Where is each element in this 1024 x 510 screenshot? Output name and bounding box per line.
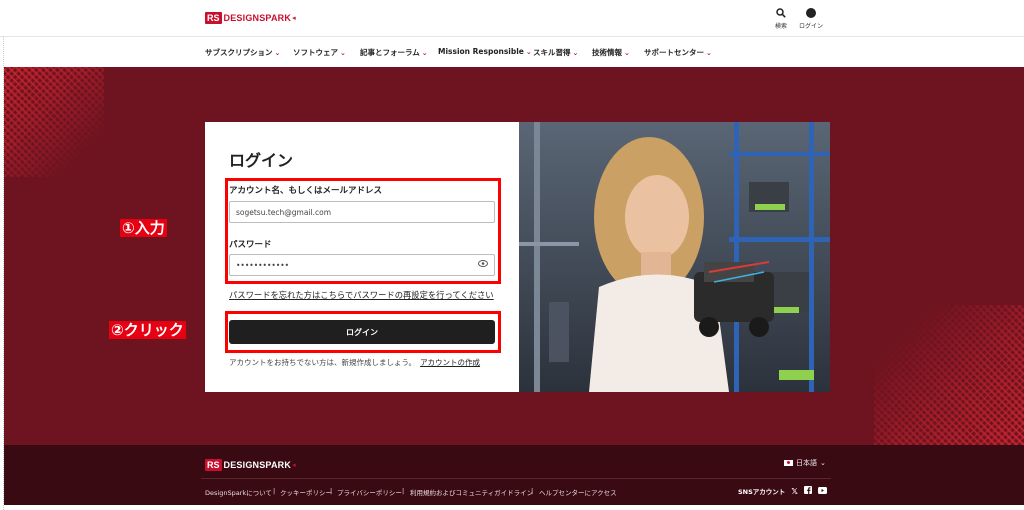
- chevron-down-icon: ⌄: [340, 49, 346, 57]
- footer-link-terms[interactable]: 利用規約およびコミュニティガイドライン: [410, 487, 533, 497]
- step2-annotation: ②クリック: [109, 321, 186, 339]
- hero-section: ログイン アカウント名、もしくはメールアドレス sogetsu.tech@gma…: [4, 67, 1024, 445]
- chevron-down-icon: ⌄: [572, 49, 579, 57]
- footer-logo[interactable]: RS DESIGNSPARK ◂: [205, 459, 296, 471]
- nav-item-subscription[interactable]: サブスクリプション ⌄: [205, 47, 280, 58]
- chevron-down-icon: ⌄: [820, 459, 826, 467]
- logo-arrow-icon: ◂: [292, 14, 296, 22]
- logo-rs-mark: RS: [205, 12, 222, 24]
- footer-separator: |: [402, 487, 405, 495]
- footer-link-help[interactable]: ヘルプセンターにアクセス: [539, 487, 617, 497]
- nav-item-skills[interactable]: スキル習得 ⌄: [533, 47, 578, 58]
- search-icon: [775, 8, 787, 21]
- decorative-pattern: [4, 67, 104, 177]
- sns-label: SNSアカウント: [738, 488, 786, 496]
- logo-wordmark: DESIGNSPARK: [223, 13, 292, 23]
- facebook-icon[interactable]: [803, 486, 812, 496]
- forgot-password-link[interactable]: パスワードを忘れた方はこちらでパスワードの再設定を行ってください: [229, 289, 494, 301]
- footer-link-cookie[interactable]: クッキーポリシー: [280, 487, 332, 497]
- language-selector[interactable]: 日本語 ⌄: [784, 458, 826, 468]
- footer-separator: |: [330, 487, 333, 495]
- footer-divider: [201, 478, 831, 479]
- footer-separator: |: [531, 487, 534, 495]
- hero-photo: [519, 122, 830, 392]
- input-highlight-box: [225, 178, 501, 284]
- logo-arrow-icon: ◂: [292, 461, 296, 469]
- designspark-logo[interactable]: RS DESIGNSPARK ◂: [205, 12, 296, 24]
- nav-item-tech-info[interactable]: 技術情報 ⌄: [592, 47, 630, 58]
- main-nav: サブスクリプション ⌄ ソフトウェア ⌄ 記事とフォーラム ⌄ Mission Res…: [0, 36, 1024, 66]
- user-icon: [799, 8, 823, 21]
- site-header: RS DESIGNSPARK ◂ 検索 ログイン: [0, 0, 1024, 36]
- chevron-down-icon: ⌄: [274, 49, 281, 57]
- footer-link-privacy[interactable]: プライバシーポリシー: [337, 487, 402, 497]
- footer-logo-rs-mark: RS: [205, 459, 222, 471]
- footer-separator: |: [273, 487, 276, 495]
- login-header-label: ログイン: [799, 23, 824, 30]
- x-icon[interactable]: 𝕏: [791, 487, 797, 496]
- search-button[interactable]: 検索: [775, 8, 787, 30]
- chevron-down-icon: ⌄: [525, 48, 532, 56]
- decorative-pattern: [874, 305, 1024, 445]
- login-card: ログイン アカウント名、もしくはメールアドレス sogetsu.tech@gma…: [205, 122, 519, 392]
- japan-flag-icon: [784, 460, 793, 466]
- chevron-down-icon: ⌄: [706, 49, 712, 57]
- signup-text: アカウントをお持ちでない方は、新規作成しましょう。: [229, 358, 417, 367]
- signup-prompt: アカウントをお持ちでない方は、新規作成しましょう。 アカウントの作成: [229, 357, 480, 368]
- nav-item-articles-forum[interactable]: 記事とフォーラム ⌄: [360, 47, 428, 58]
- footer-link-about[interactable]: DesignSparkについて: [205, 487, 272, 497]
- nav-item-mission-responsible[interactable]: Mission Responsible ⌄: [438, 47, 532, 56]
- site-footer: RS DESIGNSPARK ◂ 日本語 ⌄ DesignSparkについて |…: [4, 445, 1024, 505]
- footer-logo-wordmark: DESIGNSPARK: [223, 460, 292, 470]
- youtube-icon[interactable]: [817, 486, 827, 496]
- step1-annotation: ①入力: [120, 219, 167, 237]
- sns-links: SNSアカウント 𝕏: [738, 486, 827, 496]
- search-label: 検索: [775, 23, 788, 30]
- nav-item-support[interactable]: サポートセンター ⌄: [644, 47, 712, 58]
- language-label: 日本語: [796, 459, 817, 467]
- click-highlight-box: [225, 311, 501, 353]
- chevron-down-icon: ⌄: [421, 49, 428, 57]
- chevron-down-icon: ⌄: [624, 49, 630, 57]
- login-header-button[interactable]: ログイン: [799, 8, 823, 30]
- login-title: ログイン: [229, 153, 294, 170]
- nav-item-software[interactable]: ソフトウェア ⌄: [293, 47, 346, 58]
- create-account-link[interactable]: アカウントの作成: [420, 358, 480, 367]
